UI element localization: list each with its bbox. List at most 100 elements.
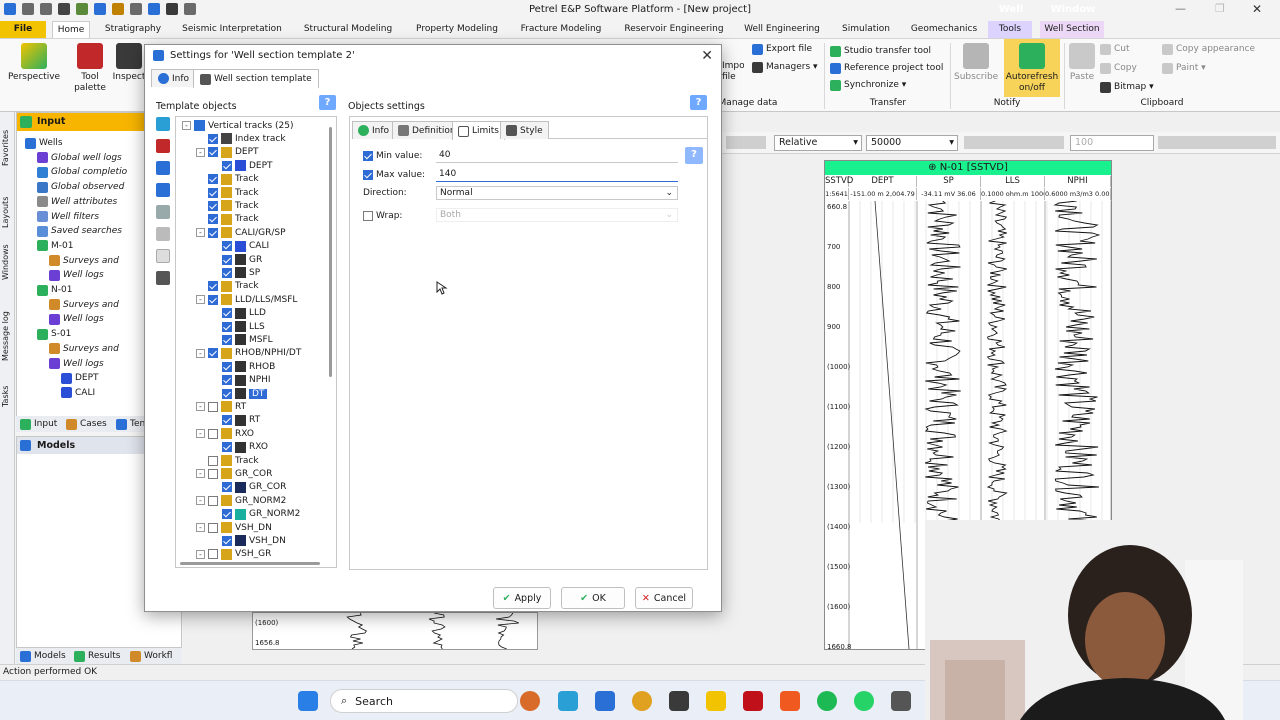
visibility-checkbox[interactable] — [222, 415, 232, 426]
input-tree-item[interactable]: Well logs — [49, 268, 104, 282]
dialog-tab-well-section-template[interactable]: Well section template — [193, 69, 319, 88]
template-tree-item[interactable]: NPHI — [210, 374, 271, 387]
template-tree-item[interactable]: CALI — [210, 240, 269, 253]
cancel-button[interactable]: ✕ Cancel — [635, 587, 693, 609]
input-tree-item[interactable]: Surveys and — [49, 254, 119, 268]
input-tree-item[interactable]: Well logs — [49, 312, 104, 326]
side-tab-layouts[interactable]: Layouts — [1, 186, 14, 238]
visibility-checkbox[interactable] — [222, 509, 232, 520]
close-icon[interactable]: ✕ — [1252, 2, 1262, 16]
paste-icon[interactable] — [156, 227, 170, 241]
input-tree-item[interactable]: Global completio — [37, 165, 127, 179]
delete-icon[interactable] — [156, 139, 170, 153]
input-tree-item[interactable]: Well logs — [49, 357, 104, 371]
input-tree-item[interactable]: DEPT — [61, 371, 99, 385]
perspective-button[interactable]: Perspective — [6, 43, 62, 83]
template-tree-item[interactable]: - Vertical tracks (25) — [182, 119, 293, 132]
visibility-checkbox[interactable] — [222, 160, 232, 171]
whatsapp-icon[interactable] — [854, 691, 874, 711]
input-tree-item[interactable]: Well filters — [37, 210, 99, 224]
track-header[interactable]: SSTVD — [825, 176, 853, 187]
panel-tab-input[interactable]: Input — [20, 417, 57, 431]
minimize-icon[interactable]: — — [1175, 2, 1186, 15]
bitmap-button[interactable]: Bitmap ▾ — [1100, 79, 1154, 95]
visibility-checkbox[interactable] — [208, 187, 218, 198]
toolbar-icons[interactable] — [1158, 136, 1276, 149]
autorefresh-button[interactable]: Autorefresh on/off — [1004, 39, 1060, 97]
visibility-checkbox[interactable] — [208, 348, 218, 359]
netflix-icon[interactable] — [743, 691, 763, 711]
visibility-checkbox[interactable] — [208, 428, 218, 439]
help-button[interactable]: ? — [690, 95, 707, 110]
visibility-checkbox[interactable] — [208, 455, 218, 466]
wrap-checkbox[interactable] — [363, 211, 373, 221]
input-tree-item[interactable]: Well attributes — [37, 195, 117, 209]
visibility-checkbox[interactable] — [208, 174, 218, 185]
visibility-checkbox[interactable] — [222, 321, 232, 332]
panel-tab-models[interactable]: Models — [20, 649, 66, 663]
taskbar-search[interactable]: ⌕ Search — [330, 689, 518, 713]
settings-tab-limits[interactable]: Limits — [452, 121, 505, 140]
visibility-checkbox[interactable] — [222, 361, 232, 372]
tree-hscrollbar[interactable] — [180, 562, 320, 565]
tab-geomechanics[interactable]: Geomechanics — [908, 21, 980, 38]
visibility-checkbox[interactable] — [222, 375, 232, 386]
direction-select[interactable]: Normal ⌄ — [436, 186, 678, 200]
template-tree-item[interactable]: - VSH_DN — [196, 521, 272, 534]
template-tree-item[interactable]: RT — [210, 414, 260, 427]
max-value-input[interactable]: 140 — [436, 168, 678, 182]
panel-tab-results[interactable]: Results — [74, 649, 121, 663]
max-value-toggle[interactable]: Max value: — [363, 168, 425, 182]
collapse-toggle[interactable]: - — [196, 469, 205, 479]
input-tree-item[interactable]: M-01 — [37, 239, 73, 253]
template-tree-item[interactable]: GR_NORM2 — [210, 508, 300, 521]
input-tree-item[interactable]: Global observed — [37, 180, 124, 194]
template-tree-item[interactable]: Track — [196, 280, 259, 293]
track-header[interactable]: DEPT — [849, 176, 917, 187]
scale-select[interactable]: 50000 ▾ — [866, 135, 958, 151]
collapse-toggle[interactable]: - — [196, 523, 205, 532]
tool-palette-button[interactable]: Tool palette — [70, 43, 110, 94]
widget-icon[interactable] — [520, 691, 540, 711]
import-file-button[interactable]: Import file — [722, 61, 744, 83]
reference-project-tool-button[interactable]: Reference project tool — [830, 60, 943, 76]
visibility-checkbox[interactable] — [222, 442, 232, 453]
side-tab-tasks[interactable]: Tasks — [1, 378, 14, 414]
copy-appearance-button[interactable]: Copy appearance — [1162, 41, 1255, 57]
template-tree-item[interactable]: DT — [210, 387, 268, 400]
move-down-icon[interactable] — [156, 183, 170, 197]
settings-tab-style[interactable]: Style — [500, 121, 549, 139]
template-tree-item[interactable]: - GR_COR — [196, 467, 272, 480]
visibility-checkbox[interactable] — [208, 549, 218, 560]
template-tree-item[interactable]: Index track — [196, 132, 286, 145]
track-header[interactable]: LLS — [981, 176, 1045, 187]
input-tree-item[interactable]: Surveys and — [49, 298, 119, 312]
managers-button[interactable]: Managers ▾ — [752, 59, 818, 75]
apply-button[interactable]: ✔ Apply — [493, 587, 551, 609]
collapse-toggle[interactable]: - — [196, 549, 205, 559]
paste-button[interactable]: Paste — [1066, 43, 1098, 83]
template-tree-item[interactable]: - RT — [196, 400, 246, 413]
template-tree-item[interactable]: LLD — [210, 307, 266, 320]
template-tree-item[interactable]: LLS — [210, 320, 265, 333]
template-tree-item[interactable]: GR — [210, 253, 262, 266]
template-tree-item[interactable]: DEPT — [210, 159, 273, 172]
brave-icon[interactable] — [780, 691, 800, 711]
visibility-checkbox[interactable] — [222, 334, 232, 345]
context-tab-well[interactable]: Well — [987, 0, 1035, 19]
dialog-tab-info[interactable]: Info — [151, 69, 197, 87]
visibility-checkbox[interactable] — [222, 254, 232, 265]
input-tree-item[interactable]: Surveys and — [49, 342, 119, 356]
tab-fracture-modeling[interactable]: Fracture Modeling — [518, 21, 604, 38]
template-tree-item[interactable]: Track — [196, 213, 259, 226]
visibility-checkbox[interactable] — [222, 267, 232, 278]
synchronize-button[interactable]: Synchronize ▾ — [830, 77, 906, 93]
input-tree-item[interactable]: Saved searches — [37, 224, 122, 238]
help-button[interactable]: ? — [319, 95, 336, 110]
max-value-checkbox[interactable] — [363, 170, 373, 180]
dialog-close-button[interactable]: ✕ — [701, 48, 713, 64]
cut-button[interactable]: Cut — [1100, 41, 1130, 57]
copy-button[interactable]: Copy — [1100, 60, 1137, 76]
collapse-toggle[interactable]: - — [196, 147, 205, 157]
input-tree-item[interactable]: Global well logs — [37, 151, 122, 165]
